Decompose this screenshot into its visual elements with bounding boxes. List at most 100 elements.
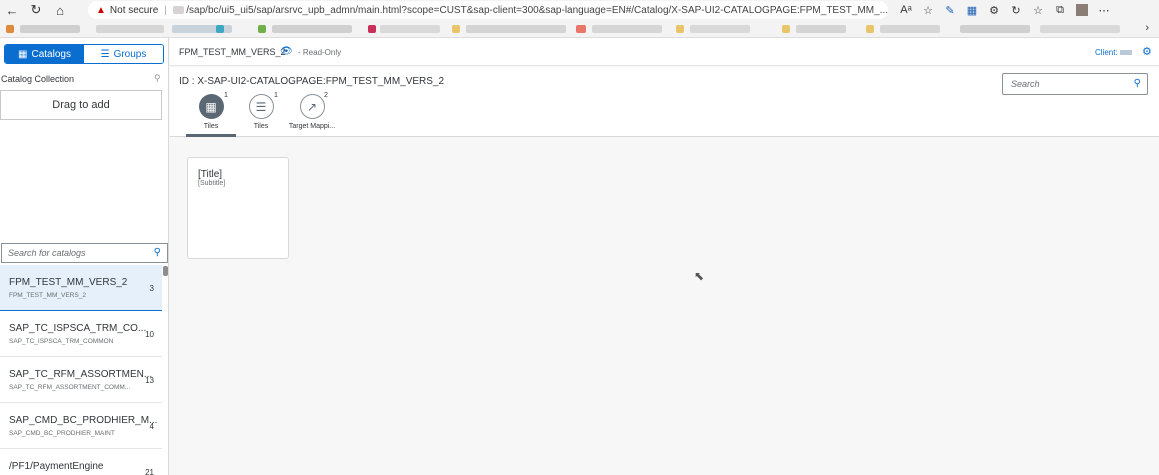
profile-avatar[interactable]: [1076, 4, 1088, 16]
sync-icon[interactable]: ↻: [1005, 4, 1027, 17]
bookmark[interactable]: [452, 25, 460, 33]
catalogs-label: Catalogs: [31, 48, 71, 60]
bookmark[interactable]: [880, 25, 940, 33]
chevron-right-icon[interactable]: ›: [1145, 22, 1149, 34]
catalog-subtitle: SAP_TC_ISPSCA_TRM_COMMON: [9, 338, 114, 345]
list-item[interactable]: FPM_TEST_MM_VERS_2 FPM_TEST_MM_VERS_2 3: [0, 265, 162, 311]
catalog-search-placeholder: Search for catalogs: [8, 248, 86, 258]
tab-label: Tiles: [253, 123, 269, 130]
client-value-redacted: [1120, 50, 1132, 55]
read-aloud-icon[interactable]: Aᵃ: [895, 4, 917, 16]
groups-button[interactable]: ☰ Groups: [84, 45, 163, 63]
bookmark[interactable]: [866, 25, 874, 33]
bookmark[interactable]: [96, 25, 164, 33]
list-item[interactable]: SAP_CMD_BC_PRODHIER_M... SAP_CMD_BC_PROD…: [0, 403, 162, 449]
browser-toolbar: ← ↻ ⌂ ▲ Not secure | /sap/bc/ui5_ui5/sap…: [0, 0, 1159, 20]
search-icon[interactable]: ⚲: [1134, 78, 1141, 89]
home-icon[interactable]: ⌂: [48, 0, 72, 20]
object-header: ID : X-SAP-UI2-CATALOGPAGE:FPM_TEST_MM_V…: [170, 67, 1159, 137]
collections-icon[interactable]: ⧉: [1049, 4, 1071, 17]
tab-tiles-list[interactable]: ☰ 1 Tiles: [236, 92, 286, 130]
catalog-subtitle: SAP_TC_RFM_ASSORTMENT_COMM...: [9, 384, 131, 391]
list-icon: ☰: [248, 94, 274, 119]
bookmark[interactable]: [1040, 25, 1120, 33]
bookmark[interactable]: [576, 25, 586, 33]
list-item[interactable]: /PF1/PaymentEngine 21: [0, 449, 162, 475]
bookmark[interactable]: [676, 25, 684, 33]
search-input[interactable]: Search ⚲: [1002, 73, 1148, 95]
catalog-id: ID : X-SAP-UI2-CATALOGPAGE:FPM_TEST_MM_V…: [179, 76, 445, 87]
grid-extension-icon[interactable]: ▦: [961, 4, 983, 17]
catalog-count: 3: [149, 284, 154, 293]
drop-zone[interactable]: Drag to add: [0, 90, 162, 120]
refresh-icon[interactable]: ↻: [24, 0, 48, 20]
list-icon: ☰: [100, 48, 110, 60]
catalog-sidebar: ▦ Catalogs ☰ Groups Catalog Collection ⚲…: [0, 38, 169, 475]
page-title: FPM_TEST_MM_VERS_2: [179, 47, 286, 57]
catalog-title: /PF1/PaymentEngine: [9, 461, 104, 472]
groups-label: Groups: [113, 48, 147, 60]
scrollbar-thumb[interactable]: [163, 266, 168, 276]
pin-icon[interactable]: ⚲: [154, 73, 161, 84]
search-icon[interactable]: ⚲: [154, 247, 161, 258]
catalog-search-input[interactable]: Search for catalogs ⚲: [1, 243, 168, 263]
bookmark[interactable]: [380, 25, 440, 33]
browser-actions: Aᵃ ☆ ✎ ▦ ⚙ ↻ ☆ ⧉ ⋯: [895, 0, 1115, 20]
bookmark[interactable]: [690, 25, 750, 33]
readonly-label: - Read-Only: [298, 48, 342, 57]
warning-icon: ▲: [96, 4, 106, 16]
view-switch: ▦ Catalogs ☰ Groups: [4, 44, 164, 64]
bookmark[interactable]: [782, 25, 790, 33]
url-separator: |: [164, 4, 167, 16]
bookmark[interactable]: [6, 25, 14, 33]
more-menu-icon[interactable]: ⋯: [1093, 4, 1115, 17]
address-bar[interactable]: ▲ Not secure | /sap/bc/ui5_ui5/sap/arsrv…: [88, 1, 888, 19]
catalog-list: FPM_TEST_MM_VERS_2 FPM_TEST_MM_VERS_2 3 …: [0, 265, 162, 475]
tab-label: Tiles: [203, 123, 219, 130]
back-icon[interactable]: ←: [0, 0, 24, 20]
bookmark[interactable]: [272, 25, 352, 33]
eye-icon: 👁: [280, 46, 293, 57]
bookmark[interactable]: [368, 25, 376, 33]
catalog-title: FPM_TEST_MM_VERS_2: [9, 277, 128, 288]
tab-tiles-grid[interactable]: ▦ 1 Tiles: [186, 92, 236, 130]
catalog-title: SAP_CMD_BC_PRODHIER_M...: [9, 415, 158, 426]
catalog-count: 10: [145, 330, 154, 339]
pen-extension-icon[interactable]: ✎: [939, 4, 961, 17]
bookmarks-bar: ›: [0, 20, 1159, 38]
bookmark[interactable]: [592, 25, 662, 33]
tile-card[interactable]: [Title] [Subtitle]: [187, 157, 289, 259]
bookmark[interactable]: [258, 25, 266, 33]
list-item[interactable]: SAP_TC_ISPSCA_TRM_CO... SAP_TC_ISPSCA_TR…: [0, 311, 162, 357]
share-icon: ↗: [299, 94, 325, 119]
catalogs-button[interactable]: ▦ Catalogs: [5, 45, 84, 63]
catalog-count: 4: [149, 422, 154, 431]
bookmark[interactable]: [216, 25, 224, 33]
url-host-redacted: [172, 6, 185, 14]
tile-subtitle: [Subtitle]: [198, 180, 226, 187]
favorite-star-icon[interactable]: ☆: [917, 4, 939, 17]
security-label: Not secure: [109, 4, 159, 16]
page-header: FPM_TEST_MM_VERS_2 👁 - Read-Only Client:…: [170, 38, 1159, 66]
url-text: /sap/bc/ui5_ui5/sap/arsrvc_upb_admn/main…: [186, 4, 888, 16]
tab-count: 1: [224, 92, 228, 99]
puzzle-extension-icon[interactable]: ⚙: [983, 4, 1005, 17]
client-label: Client:: [1095, 48, 1118, 57]
tab-count: 2: [324, 92, 328, 99]
favorites-icon[interactable]: ☆: [1027, 4, 1049, 17]
tab-target-mappings[interactable]: ↗ 2 Target Mappi...: [286, 92, 338, 130]
bookmark[interactable]: [796, 25, 846, 33]
catalog-title: SAP_TC_ISPSCA_TRM_CO...: [9, 323, 147, 334]
bookmark[interactable]: [960, 25, 1030, 33]
bookmark[interactable]: [20, 25, 80, 33]
mouse-cursor-icon: ⬉: [694, 269, 705, 283]
catalog-count: 13: [145, 376, 154, 385]
collection-label: Catalog Collection: [1, 74, 75, 84]
bookmark[interactable]: [466, 25, 566, 33]
catalog-title: SAP_TC_RFM_ASSORTMEN...: [9, 369, 153, 380]
catalog-subtitle: FPM_TEST_MM_VERS_2: [9, 292, 86, 299]
catalog-subtitle: SAP_CMD_BC_PRODHIER_MAINT: [9, 430, 115, 437]
tile-area: [Title] [Subtitle] ⬉: [170, 138, 1159, 475]
gear-icon[interactable]: ⚙: [1142, 45, 1152, 58]
list-item[interactable]: SAP_TC_RFM_ASSORTMEN... SAP_TC_RFM_ASSOR…: [0, 357, 162, 403]
